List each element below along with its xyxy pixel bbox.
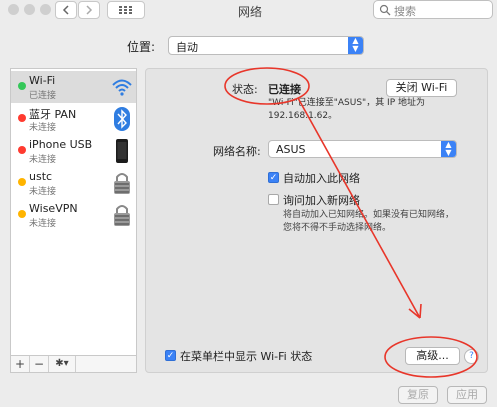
- zoom-window-button[interactable]: [40, 4, 51, 15]
- updown-arrow-icon: ▲ ▼: [348, 37, 363, 54]
- gear-menu-button[interactable]: ✱▾: [49, 356, 76, 372]
- apply-button[interactable]: 应用: [447, 386, 487, 404]
- status-description: "Wi-Fi"已连接至"ASUS"，其 IP 地址为 192.168.1.62。: [268, 98, 426, 121]
- search-placeholder: 搜索: [394, 5, 416, 18]
- service-name: iPhone USB: [29, 138, 93, 151]
- network-name-value: ASUS: [276, 143, 306, 156]
- location-value: 自动: [176, 41, 198, 54]
- advanced-button[interactable]: 高级...: [405, 347, 460, 365]
- network-name-label: 网络名称:: [213, 145, 261, 158]
- ask-join-description: 将自动加入已知网络。如果没有已知网络，您将不得不手动选择网络。: [283, 210, 455, 233]
- service-status: 未连接: [29, 155, 57, 165]
- help-button[interactable]: ?: [464, 349, 479, 364]
- show-wifi-in-menubar-checkbox[interactable]: ✓: [165, 350, 176, 361]
- window-title: 网络: [237, 5, 262, 19]
- service-item-ustc[interactable]: ustc 未连接: [11, 167, 136, 199]
- forward-button[interactable]: [78, 1, 100, 19]
- service-name: Wi-Fi: [29, 74, 56, 87]
- service-list: Wi-Fi 已连接 蓝牙 PAN 未连接 iPhone USB 未连接 ustc…: [10, 68, 137, 368]
- search-icon: [379, 4, 391, 16]
- auto-join-label: 自动加入此网络: [283, 172, 360, 185]
- iphone-icon: [116, 139, 128, 163]
- status-value: 已连接: [268, 83, 301, 96]
- service-status: 已连接: [29, 91, 57, 101]
- service-name: ustc: [29, 170, 53, 183]
- title-bar: 网络 搜索: [0, 0, 497, 22]
- ask-join-label: 询问加入新网络: [283, 194, 360, 207]
- show-all-button[interactable]: [107, 1, 145, 19]
- bluetooth-icon: [114, 107, 130, 131]
- auto-join-checkbox[interactable]: ✓: [268, 172, 279, 183]
- vpn-lock-icon: [114, 205, 130, 226]
- remove-service-button[interactable]: −: [30, 356, 49, 372]
- wifi-icon: [112, 79, 132, 96]
- search-input[interactable]: 搜索: [373, 0, 493, 19]
- ask-join-checkbox[interactable]: [268, 194, 279, 205]
- turn-off-wifi-button[interactable]: 关闭 Wi-Fi: [386, 79, 457, 97]
- service-name: WiseVPN: [29, 202, 78, 215]
- status-label: 状态:: [232, 83, 258, 96]
- vpn-lock-icon: [114, 173, 130, 194]
- grid-icon: [119, 6, 132, 14]
- revert-button[interactable]: 复原: [398, 386, 438, 404]
- status-dot: [18, 114, 26, 122]
- location-select[interactable]: 自动 ▲ ▼: [168, 36, 364, 55]
- network-name-select[interactable]: ASUS ▲ ▼: [268, 140, 457, 158]
- updown-arrow-icon: ▲ ▼: [441, 141, 456, 157]
- service-item-wisevpn[interactable]: WiseVPN 未连接: [11, 199, 136, 231]
- location-label: 位置:: [127, 40, 156, 54]
- minimize-window-button[interactable]: [24, 4, 35, 15]
- service-item-wifi[interactable]: Wi-Fi 已连接: [11, 71, 136, 103]
- chevron-right-icon: [86, 5, 93, 15]
- add-service-button[interactable]: +: [11, 356, 30, 372]
- service-item-iphone-usb[interactable]: iPhone USB 未连接: [11, 135, 136, 167]
- service-status: 未连接: [29, 187, 57, 197]
- close-window-button[interactable]: [8, 4, 19, 15]
- service-status: 未连接: [29, 219, 57, 229]
- service-item-bluetooth-pan[interactable]: 蓝牙 PAN 未连接: [11, 103, 136, 135]
- back-button[interactable]: [55, 1, 77, 19]
- status-dot: [18, 210, 26, 218]
- status-dot: [18, 146, 26, 154]
- service-status: 未连接: [29, 123, 57, 133]
- chevron-left-icon: [62, 5, 69, 15]
- status-dot: [18, 82, 26, 90]
- service-list-toolbar: + − ✱▾: [10, 355, 137, 373]
- show-wifi-in-menubar-label: 在菜单栏中显示 Wi-Fi 状态: [180, 350, 313, 363]
- status-dot: [18, 178, 26, 186]
